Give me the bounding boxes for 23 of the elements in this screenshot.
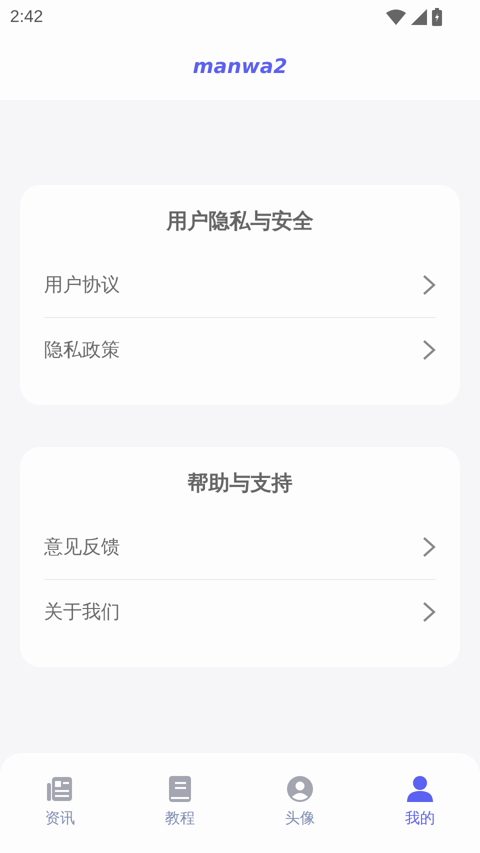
battery-icon (432, 8, 442, 26)
nav-tab[interactable]: 我的 (405, 809, 435, 828)
person-icon (406, 775, 434, 803)
user-circle-icon (286, 775, 314, 803)
status-time: 2:42 (10, 6, 44, 26)
menu-item[interactable]: 用户协议 (44, 272, 120, 298)
nav-tab[interactable]: 头像 (285, 809, 315, 828)
book-icon (166, 775, 194, 803)
menu-item[interactable]: 隐私政策 (44, 337, 120, 363)
section-title: 帮助与支持 (186, 470, 294, 497)
menu-item[interactable]: 关于我们 (44, 599, 120, 625)
menu-item[interactable]: 意见反馈 (44, 534, 120, 560)
section-title: 用户隐私与安全 (165, 208, 314, 235)
newspaper-icon (46, 775, 74, 803)
nav-tab[interactable]: 资讯 (45, 809, 75, 828)
nav-tab[interactable]: 教程 (165, 809, 195, 828)
signal-icon (411, 8, 427, 24)
chevron-right-icon (422, 536, 436, 558)
chevron-right-icon (422, 339, 436, 361)
chevron-right-icon (422, 601, 436, 623)
chevron-right-icon (422, 274, 436, 296)
wifi-icon (386, 8, 406, 24)
app-logo: manwa2 (192, 54, 288, 78)
